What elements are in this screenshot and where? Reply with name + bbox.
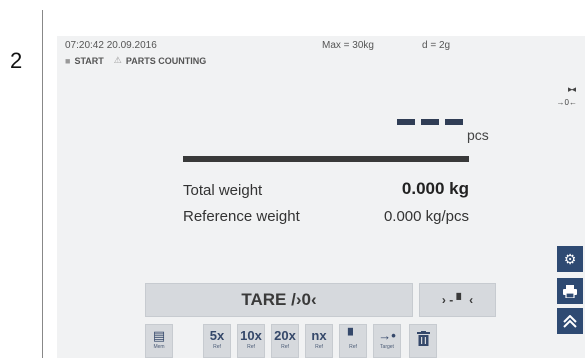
settings-button[interactable]: ⚙: [557, 246, 583, 272]
weight-icon: ▘: [348, 328, 358, 343]
zero-indicator-icon: →0←: [556, 98, 577, 107]
ref-nx-button[interactable]: nx Ref: [305, 324, 333, 358]
scale-screen: 07:20:42 20.09.2016 Max = 30kg d = 2g ■ …: [57, 36, 585, 358]
document-rule: [42, 10, 43, 358]
capacity-bar: [183, 156, 469, 162]
reference-weight-label: Reference weight: [183, 208, 300, 225]
total-weight-label: Total weight: [183, 182, 263, 199]
step-number: 2: [10, 48, 23, 73]
home-icon: [563, 314, 577, 328]
ref-5x-button[interactable]: 5x Ref: [203, 324, 231, 358]
warning-triangle-icon: ⚠: [113, 55, 122, 65]
trash-icon: [416, 331, 430, 346]
delete-button[interactable]: [409, 324, 437, 358]
readability: d = 2g: [422, 40, 451, 51]
count-unit: pcs: [467, 127, 489, 143]
key-label: 5x: [209, 328, 225, 343]
total-weight-value: 0.000 kg: [401, 179, 469, 198]
key-label: 20x: [274, 328, 296, 343]
gear-icon: ⚙: [563, 250, 577, 267]
memory-icon: ▤: [152, 328, 166, 343]
stop-icon: ■: [65, 55, 71, 66]
target-button[interactable]: →• Target: [373, 324, 401, 358]
key-sublabel: Ref: [247, 344, 255, 350]
tare-button[interactable]: TARE /›0‹: [145, 283, 413, 317]
key-sublabel: Ref: [349, 344, 357, 350]
breadcrumb: ■ START ⚠ PARTS COUNTING: [65, 55, 206, 66]
key-sublabel: Ref: [281, 344, 289, 350]
piece-count-display: [397, 119, 463, 125]
key-label: nx: [311, 328, 327, 343]
key-sublabel: Target: [380, 344, 394, 350]
ref-weight-button[interactable]: ▘ Ref: [339, 324, 367, 358]
breadcrumb-start[interactable]: START: [74, 56, 103, 66]
key-sublabel: Mem: [153, 344, 165, 350]
print-button[interactable]: [557, 278, 583, 304]
max-capacity: Max = 30kg: [322, 40, 374, 51]
target-arrow-icon: →•: [378, 328, 396, 343]
home-button[interactable]: [557, 308, 583, 334]
key-sublabel: Ref: [315, 344, 323, 350]
breadcrumb-parts-counting: PARTS COUNTING: [125, 55, 207, 66]
zero-button[interactable]: › - ▘ ‹: [419, 283, 496, 317]
key-label: 10x: [240, 328, 262, 343]
datetime: 07:20:42 20.09.2016: [65, 40, 157, 51]
reference-weight-value: 0.000 kg/pcs: [383, 208, 469, 225]
count-dash: [397, 119, 415, 125]
printer-icon: [563, 284, 577, 298]
ref-10x-button[interactable]: 10x Ref: [237, 324, 265, 358]
ref-20x-button[interactable]: 20x Ref: [271, 324, 299, 358]
count-dash: [421, 119, 439, 125]
count-dash: [445, 119, 463, 125]
memory-button[interactable]: ▤ Mem: [145, 324, 173, 358]
key-sublabel: Ref: [213, 344, 221, 350]
stability-indicator-icon: ▸◂: [567, 84, 576, 94]
